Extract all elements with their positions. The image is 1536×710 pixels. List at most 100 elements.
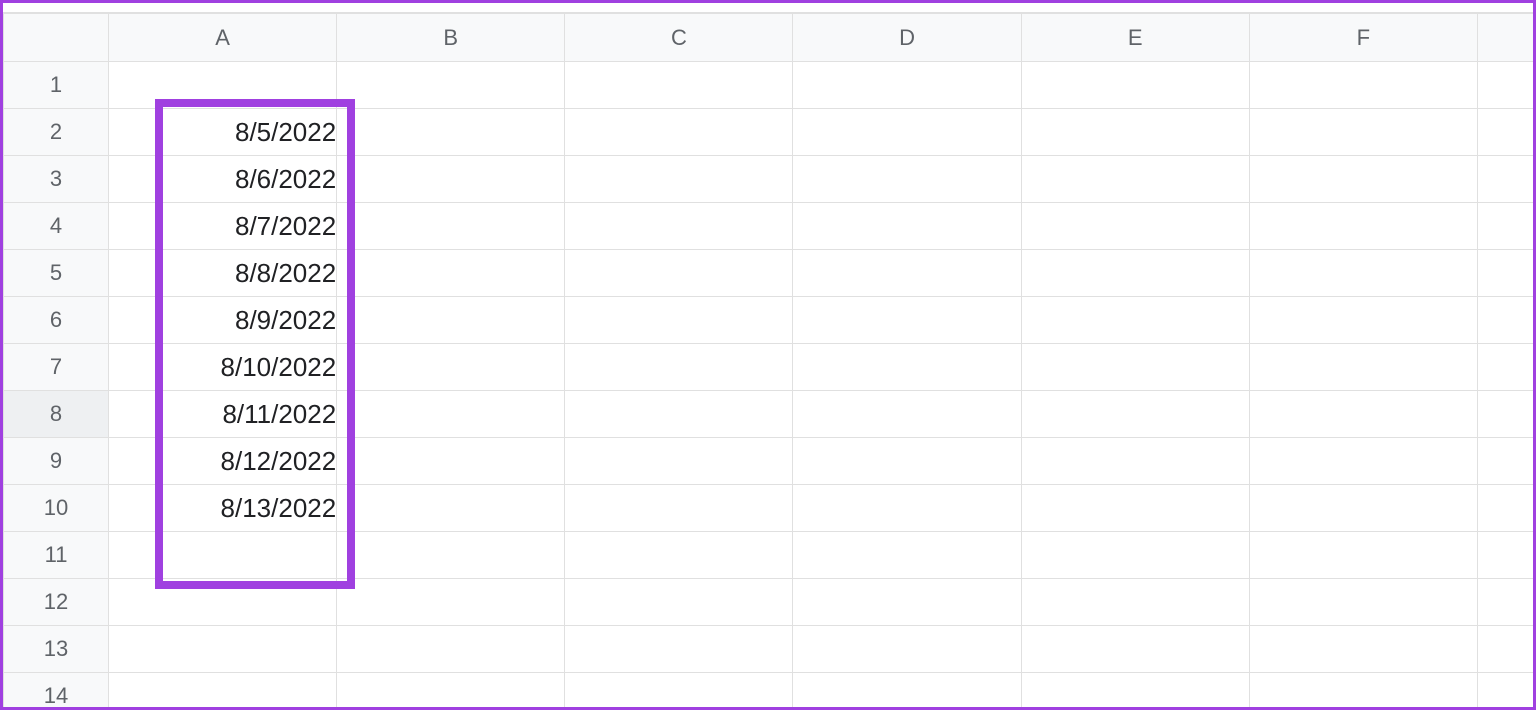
cell-F4[interactable] (1249, 203, 1477, 250)
cell-B5[interactable] (337, 250, 565, 297)
cell-E13[interactable] (1021, 626, 1249, 673)
col-header-C[interactable]: C (565, 14, 793, 62)
cell-A2[interactable]: 8/5/2022 (109, 109, 337, 156)
cell-C10[interactable] (565, 485, 793, 532)
cell-B8[interactable] (337, 391, 565, 438)
cell-E4[interactable] (1021, 203, 1249, 250)
cell-G13[interactable] (1477, 626, 1533, 673)
cell-A12[interactable] (109, 579, 337, 626)
cell-F3[interactable] (1249, 156, 1477, 203)
cell-F2[interactable] (1249, 109, 1477, 156)
cell-E10[interactable] (1021, 485, 1249, 532)
cell-D14[interactable] (793, 673, 1021, 708)
cell-F7[interactable] (1249, 344, 1477, 391)
cell-B10[interactable] (337, 485, 565, 532)
cell-C4[interactable] (565, 203, 793, 250)
col-header-E[interactable]: E (1021, 14, 1249, 62)
cell-B1[interactable] (337, 62, 565, 109)
row-header-8[interactable]: 8 (4, 391, 109, 438)
cell-G2[interactable] (1477, 109, 1533, 156)
row-header-14[interactable]: 14 (4, 673, 109, 708)
cell-D2[interactable] (793, 109, 1021, 156)
cell-E9[interactable] (1021, 438, 1249, 485)
cell-A7[interactable]: 8/10/2022 (109, 344, 337, 391)
row-header-5[interactable]: 5 (4, 250, 109, 297)
cell-A8[interactable]: 8/11/2022 (109, 391, 337, 438)
cell-A5[interactable]: 8/8/2022 (109, 250, 337, 297)
cell-F5[interactable] (1249, 250, 1477, 297)
cell-D6[interactable] (793, 297, 1021, 344)
cell-D3[interactable] (793, 156, 1021, 203)
row-header-6[interactable]: 6 (4, 297, 109, 344)
cell-E8[interactable] (1021, 391, 1249, 438)
cell-E12[interactable] (1021, 579, 1249, 626)
row-header-9[interactable]: 9 (4, 438, 109, 485)
cell-E5[interactable] (1021, 250, 1249, 297)
cell-B12[interactable] (337, 579, 565, 626)
cell-F1[interactable] (1249, 62, 1477, 109)
cell-F8[interactable] (1249, 391, 1477, 438)
cell-A1[interactable] (109, 62, 337, 109)
cell-C13[interactable] (565, 626, 793, 673)
row-header-12[interactable]: 12 (4, 579, 109, 626)
cell-D5[interactable] (793, 250, 1021, 297)
row-header-1[interactable]: 1 (4, 62, 109, 109)
cell-G8[interactable] (1477, 391, 1533, 438)
cell-G9[interactable] (1477, 438, 1533, 485)
cell-C1[interactable] (565, 62, 793, 109)
cell-C12[interactable] (565, 579, 793, 626)
cell-A3[interactable]: 8/6/2022 (109, 156, 337, 203)
cell-F11[interactable] (1249, 532, 1477, 579)
cell-C2[interactable] (565, 109, 793, 156)
cell-G4[interactable] (1477, 203, 1533, 250)
cell-G11[interactable] (1477, 532, 1533, 579)
cell-A6[interactable]: 8/9/2022 (109, 297, 337, 344)
row-header-11[interactable]: 11 (4, 532, 109, 579)
cell-E2[interactable] (1021, 109, 1249, 156)
select-all-corner[interactable] (4, 14, 109, 62)
cell-D9[interactable] (793, 438, 1021, 485)
cell-A13[interactable] (109, 626, 337, 673)
cell-B13[interactable] (337, 626, 565, 673)
cell-G6[interactable] (1477, 297, 1533, 344)
cell-G14[interactable] (1477, 673, 1533, 708)
row-header-2[interactable]: 2 (4, 109, 109, 156)
cell-E11[interactable] (1021, 532, 1249, 579)
cell-A4[interactable]: 8/7/2022 (109, 203, 337, 250)
cell-C5[interactable] (565, 250, 793, 297)
cell-B2[interactable] (337, 109, 565, 156)
cell-B11[interactable] (337, 532, 565, 579)
cell-C6[interactable] (565, 297, 793, 344)
cell-C11[interactable] (565, 532, 793, 579)
row-header-13[interactable]: 13 (4, 626, 109, 673)
cell-E7[interactable] (1021, 344, 1249, 391)
cell-A9[interactable]: 8/12/2022 (109, 438, 337, 485)
cell-A10[interactable]: 8/13/2022 (109, 485, 337, 532)
cell-D4[interactable] (793, 203, 1021, 250)
cell-B14[interactable] (337, 673, 565, 708)
cell-G1[interactable] (1477, 62, 1533, 109)
cell-B9[interactable] (337, 438, 565, 485)
cell-D10[interactable] (793, 485, 1021, 532)
cell-G7[interactable] (1477, 344, 1533, 391)
cell-F14[interactable] (1249, 673, 1477, 708)
cell-F10[interactable] (1249, 485, 1477, 532)
cell-B3[interactable] (337, 156, 565, 203)
col-header-F[interactable]: F (1249, 14, 1477, 62)
cell-A11[interactable] (109, 532, 337, 579)
cell-D7[interactable] (793, 344, 1021, 391)
col-header-D[interactable]: D (793, 14, 1021, 62)
cell-E6[interactable] (1021, 297, 1249, 344)
cell-A14[interactable] (109, 673, 337, 708)
col-header-extra[interactable] (1477, 14, 1533, 62)
cell-B7[interactable] (337, 344, 565, 391)
row-header-10[interactable]: 10 (4, 485, 109, 532)
cell-D12[interactable] (793, 579, 1021, 626)
cell-D11[interactable] (793, 532, 1021, 579)
cell-G12[interactable] (1477, 579, 1533, 626)
spreadsheet-grid[interactable]: A B C D E F 128/5/202238/6/202248/7/2022… (3, 13, 1533, 707)
row-header-3[interactable]: 3 (4, 156, 109, 203)
cell-C9[interactable] (565, 438, 793, 485)
col-header-B[interactable]: B (337, 14, 565, 62)
cell-F9[interactable] (1249, 438, 1477, 485)
